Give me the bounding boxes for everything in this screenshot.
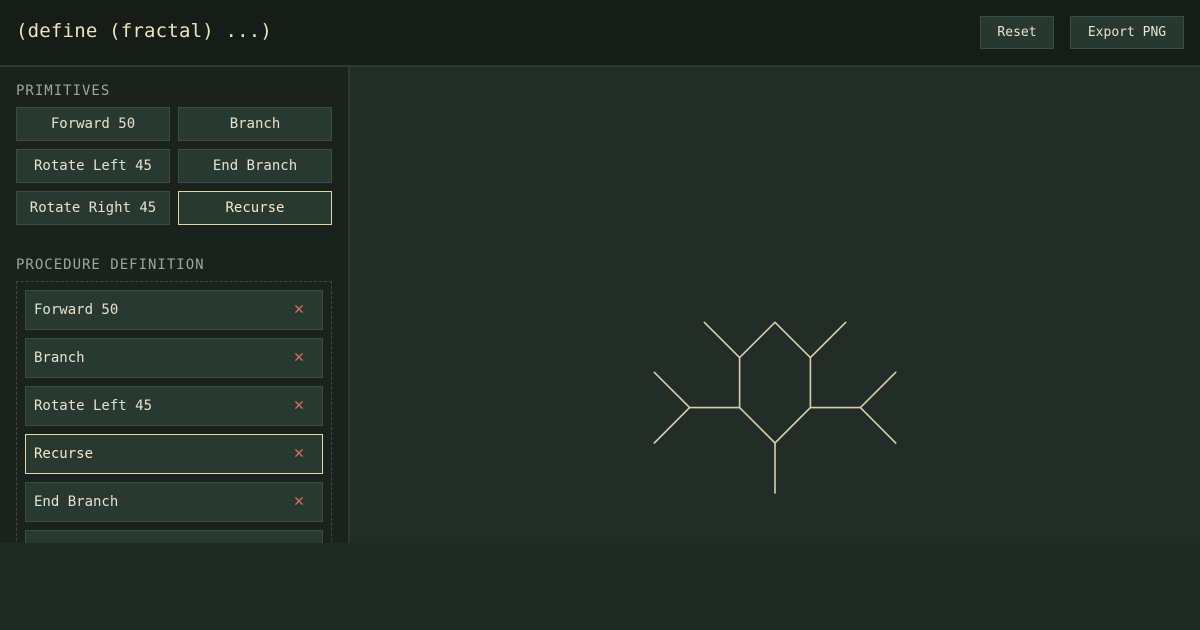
remove-step-icon[interactable]: ✕ xyxy=(290,491,308,511)
procedure-step-label: End Branch xyxy=(34,494,119,510)
fractal-segment xyxy=(859,406,897,444)
fractal-segment xyxy=(809,321,847,359)
primitive-branch-button[interactable]: Branch xyxy=(178,107,332,141)
primitive-recurse-button[interactable]: Recurse xyxy=(178,191,332,225)
fractal-segment xyxy=(703,321,741,359)
export-png-button[interactable]: Export PNG xyxy=(1070,16,1184,49)
primitive-forward-button[interactable]: Forward 50 xyxy=(16,107,170,141)
primitives-title: PRIMITIVES xyxy=(16,83,111,99)
procedure-step[interactable]: End Branch ✕ xyxy=(25,482,323,522)
fractal-segment xyxy=(653,406,691,444)
remove-step-icon[interactable]: ✕ xyxy=(290,347,308,367)
procedure-step-active[interactable]: Recurse ✕ xyxy=(25,434,323,474)
primitive-end-branch-button[interactable]: End Branch xyxy=(178,149,332,183)
procedure-step-empty-slot[interactable] xyxy=(25,530,323,543)
primitive-rotate-left-button[interactable]: Rotate Left 45 xyxy=(16,149,170,183)
fractal-canvas[interactable] xyxy=(350,67,1200,543)
fractal-segment xyxy=(738,321,776,359)
procedure-dropzone[interactable]: Forward 50 ✕ Branch ✕ Rotate Left 45 ✕ R… xyxy=(16,281,332,543)
fractal-segment xyxy=(738,406,776,444)
canvas-area xyxy=(350,67,1200,543)
remove-step-icon[interactable]: ✕ xyxy=(290,443,308,463)
procedure-step[interactable]: Rotate Left 45 ✕ xyxy=(25,386,323,426)
remove-step-icon[interactable]: ✕ xyxy=(290,299,308,319)
app-window: (define (fractal) ...) Reset Export PNG … xyxy=(0,0,1200,543)
fractal-segment xyxy=(774,321,812,359)
reset-button[interactable]: Reset xyxy=(980,16,1054,49)
procedure-step-label: Branch xyxy=(34,350,85,366)
procedure-title: PROCEDURE DEFINITION xyxy=(16,257,205,273)
procedure-step[interactable]: Branch ✕ xyxy=(25,338,323,378)
remove-step-icon[interactable]: ✕ xyxy=(290,395,308,415)
primitive-rotate-right-button[interactable]: Rotate Right 45 xyxy=(16,191,170,225)
top-bar: (define (fractal) ...) Reset Export PNG xyxy=(0,0,1200,67)
procedure-step-label: Forward 50 xyxy=(34,302,119,318)
fractal-segment xyxy=(774,406,812,444)
fractal-drawing xyxy=(653,321,897,494)
fractal-segment xyxy=(859,371,897,409)
sidebar: PRIMITIVES Forward 50 Branch Rotate Left… xyxy=(0,67,350,543)
procedure-step-label: Recurse xyxy=(34,446,94,462)
procedure-step-label: Rotate Left 45 xyxy=(34,398,153,414)
procedure-step[interactable]: Forward 50 ✕ xyxy=(25,290,323,330)
app-title: (define (fractal) ...) xyxy=(16,20,273,42)
fractal-segment xyxy=(653,371,691,409)
